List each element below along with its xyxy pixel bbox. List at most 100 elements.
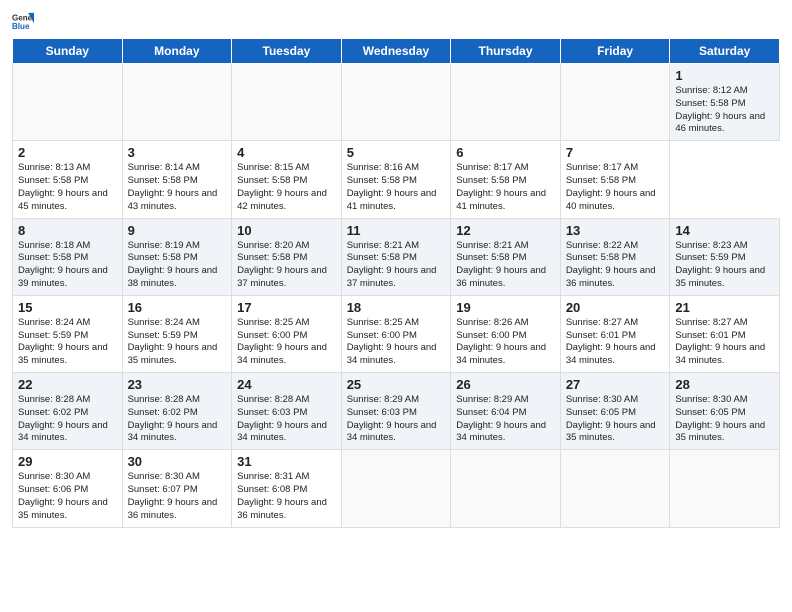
day-number: 30 <box>128 454 227 469</box>
cell-info: Sunrise: 8:30 AMSunset: 6:05 PMDaylight:… <box>566 394 665 445</box>
day-header-thursday: Thursday <box>451 39 561 64</box>
calendar-week-5: 22 Sunrise: 8:28 AMSunset: 6:02 PMDayligh… <box>13 373 780 450</box>
day-number: 24 <box>237 377 336 392</box>
day-header-monday: Monday <box>122 39 232 64</box>
cell-info: Sunrise: 8:21 AMSunset: 5:58 PMDaylight:… <box>456 240 555 291</box>
cell-info: Sunrise: 8:16 AMSunset: 5:58 PMDaylight:… <box>347 162 446 213</box>
day-number: 17 <box>237 300 336 315</box>
day-number: 22 <box>18 377 117 392</box>
calendar-cell: 12 Sunrise: 8:21 AMSunset: 5:58 PMDayligh… <box>451 218 561 295</box>
calendar-cell: 25 Sunrise: 8:29 AMSunset: 6:03 PMDayligh… <box>341 373 451 450</box>
calendar-week-6: 29 Sunrise: 8:30 AMSunset: 6:06 PMDayligh… <box>13 450 780 527</box>
cell-info: Sunrise: 8:20 AMSunset: 5:58 PMDaylight:… <box>237 240 336 291</box>
calendar-cell: 15 Sunrise: 8:24 AMSunset: 5:59 PMDayligh… <box>13 295 123 372</box>
header: General Blue <box>12 10 780 32</box>
calendar-cell: 19 Sunrise: 8:26 AMSunset: 6:00 PMDayligh… <box>451 295 561 372</box>
cell-info: Sunrise: 8:24 AMSunset: 5:59 PMDaylight:… <box>128 317 227 368</box>
day-number: 16 <box>128 300 227 315</box>
svg-text:Blue: Blue <box>12 22 30 31</box>
day-number: 14 <box>675 223 774 238</box>
day-number: 6 <box>456 145 555 160</box>
cell-info: Sunrise: 8:14 AMSunset: 5:58 PMDaylight:… <box>128 162 227 213</box>
calendar-cell: 7Sunrise: 8:17 AMSunset: 5:58 PMDaylight… <box>560 141 670 218</box>
calendar-cell: 3 Sunrise: 8:14 AMSunset: 5:58 PMDaylight… <box>122 141 232 218</box>
calendar-cell: 2 Sunrise: 8:13 AMSunset: 5:58 PMDaylight… <box>13 141 123 218</box>
day-number: 29 <box>18 454 117 469</box>
calendar-cell: 17 Sunrise: 8:25 AMSunset: 6:00 PMDayligh… <box>232 295 342 372</box>
header-row: SundayMondayTuesdayWednesdayThursdayFrid… <box>13 39 780 64</box>
day-number: 1 <box>675 68 774 83</box>
day-number: 28 <box>675 377 774 392</box>
cell-info: Sunrise: 8:27 AMSunset: 6:01 PMDaylight:… <box>566 317 665 368</box>
calendar-cell: 20 Sunrise: 8:27 AMSunset: 6:01 PMDayligh… <box>560 295 670 372</box>
calendar-cell: 24 Sunrise: 8:28 AMSunset: 6:03 PMDayligh… <box>232 373 342 450</box>
calendar-cell <box>341 64 451 141</box>
calendar-cell: 31Sunrise: 8:31 AMSunset: 6:08 PMDayligh… <box>232 450 342 527</box>
day-number: 12 <box>456 223 555 238</box>
calendar-week-1: 1 Sunrise: 8:12 AMSunset: 5:58 PMDaylight… <box>13 64 780 141</box>
day-number: 11 <box>347 223 446 238</box>
calendar-week-2: 2 Sunrise: 8:13 AMSunset: 5:58 PMDaylight… <box>13 141 780 218</box>
day-number: 13 <box>566 223 665 238</box>
day-number: 9 <box>128 223 227 238</box>
cell-info: Sunrise: 8:27 AMSunset: 6:01 PMDaylight:… <box>675 317 774 368</box>
day-number: 5 <box>347 145 446 160</box>
cell-info: Sunrise: 8:25 AMSunset: 6:00 PMDaylight:… <box>237 317 336 368</box>
cell-info: Sunrise: 8:29 AMSunset: 6:03 PMDaylight:… <box>347 394 446 445</box>
calendar-cell: 10 Sunrise: 8:20 AMSunset: 5:58 PMDayligh… <box>232 218 342 295</box>
calendar-cell: 23 Sunrise: 8:28 AMSunset: 6:02 PMDayligh… <box>122 373 232 450</box>
cell-info: Sunrise: 8:28 AMSunset: 6:02 PMDaylight:… <box>128 394 227 445</box>
day-number: 19 <box>456 300 555 315</box>
cell-info: Sunrise: 8:19 AMSunset: 5:58 PMDaylight:… <box>128 240 227 291</box>
calendar-cell: 29 Sunrise: 8:30 AMSunset: 6:06 PMDayligh… <box>13 450 123 527</box>
calendar-cell: 6 Sunrise: 8:17 AMSunset: 5:58 PMDaylight… <box>451 141 561 218</box>
day-number: 25 <box>347 377 446 392</box>
calendar-cell <box>560 450 670 527</box>
cell-info: Sunrise: 8:24 AMSunset: 5:59 PMDaylight:… <box>18 317 117 368</box>
day-number: 15 <box>18 300 117 315</box>
calendar-table: SundayMondayTuesdayWednesdayThursdayFrid… <box>12 38 780 528</box>
calendar-cell <box>670 450 780 527</box>
calendar-cell: 1 Sunrise: 8:12 AMSunset: 5:58 PMDaylight… <box>670 64 780 141</box>
cell-info: Sunrise: 8:28 AMSunset: 6:03 PMDaylight:… <box>237 394 336 445</box>
cell-info: Sunrise: 8:17 AMSunset: 5:58 PMDaylight:… <box>456 162 555 213</box>
calendar-cell: 13 Sunrise: 8:22 AMSunset: 5:58 PMDayligh… <box>560 218 670 295</box>
calendar-cell: 28Sunrise: 8:30 AMSunset: 6:05 PMDayligh… <box>670 373 780 450</box>
cell-info: Sunrise: 8:29 AMSunset: 6:04 PMDaylight:… <box>456 394 555 445</box>
day-number: 10 <box>237 223 336 238</box>
cell-info: Sunrise: 8:12 AMSunset: 5:58 PMDaylight:… <box>675 85 774 136</box>
calendar-cell: 4 Sunrise: 8:15 AMSunset: 5:58 PMDaylight… <box>232 141 342 218</box>
calendar-cell: 11 Sunrise: 8:21 AMSunset: 5:58 PMDayligh… <box>341 218 451 295</box>
calendar-cell: 9 Sunrise: 8:19 AMSunset: 5:58 PMDaylight… <box>122 218 232 295</box>
day-header-friday: Friday <box>560 39 670 64</box>
day-number: 21 <box>675 300 774 315</box>
day-number: 18 <box>347 300 446 315</box>
cell-info: Sunrise: 8:13 AMSunset: 5:58 PMDaylight:… <box>18 162 117 213</box>
calendar-week-4: 15 Sunrise: 8:24 AMSunset: 5:59 PMDayligh… <box>13 295 780 372</box>
day-number: 23 <box>128 377 227 392</box>
cell-info: Sunrise: 8:17 AMSunset: 5:58 PMDaylight:… <box>566 162 665 213</box>
calendar-cell <box>122 64 232 141</box>
calendar-cell <box>13 64 123 141</box>
day-number: 4 <box>237 145 336 160</box>
day-header-wednesday: Wednesday <box>341 39 451 64</box>
day-number: 2 <box>18 145 117 160</box>
day-number: 3 <box>128 145 227 160</box>
calendar-cell: 18 Sunrise: 8:25 AMSunset: 6:00 PMDayligh… <box>341 295 451 372</box>
calendar-cell <box>451 64 561 141</box>
calendar-cell: 22Sunrise: 8:28 AMSunset: 6:02 PMDayligh… <box>13 373 123 450</box>
cell-info: Sunrise: 8:25 AMSunset: 6:00 PMDaylight:… <box>347 317 446 368</box>
calendar-cell <box>232 64 342 141</box>
day-number: 26 <box>456 377 555 392</box>
cell-info: Sunrise: 8:22 AMSunset: 5:58 PMDaylight:… <box>566 240 665 291</box>
logo: General Blue <box>12 10 34 32</box>
day-number: 20 <box>566 300 665 315</box>
cell-info: Sunrise: 8:18 AMSunset: 5:58 PMDaylight:… <box>18 240 117 291</box>
cell-info: Sunrise: 8:15 AMSunset: 5:58 PMDaylight:… <box>237 162 336 213</box>
cell-info: Sunrise: 8:30 AMSunset: 6:06 PMDaylight:… <box>18 471 117 522</box>
cell-info: Sunrise: 8:21 AMSunset: 5:58 PMDaylight:… <box>347 240 446 291</box>
main-container: General Blue SundayMondayTuesdayWednesda… <box>0 0 792 536</box>
logo-icon: General Blue <box>12 10 34 32</box>
cell-info: Sunrise: 8:26 AMSunset: 6:00 PMDaylight:… <box>456 317 555 368</box>
calendar-cell: 21 Sunrise: 8:27 AMSunset: 6:01 PMDayligh… <box>670 295 780 372</box>
